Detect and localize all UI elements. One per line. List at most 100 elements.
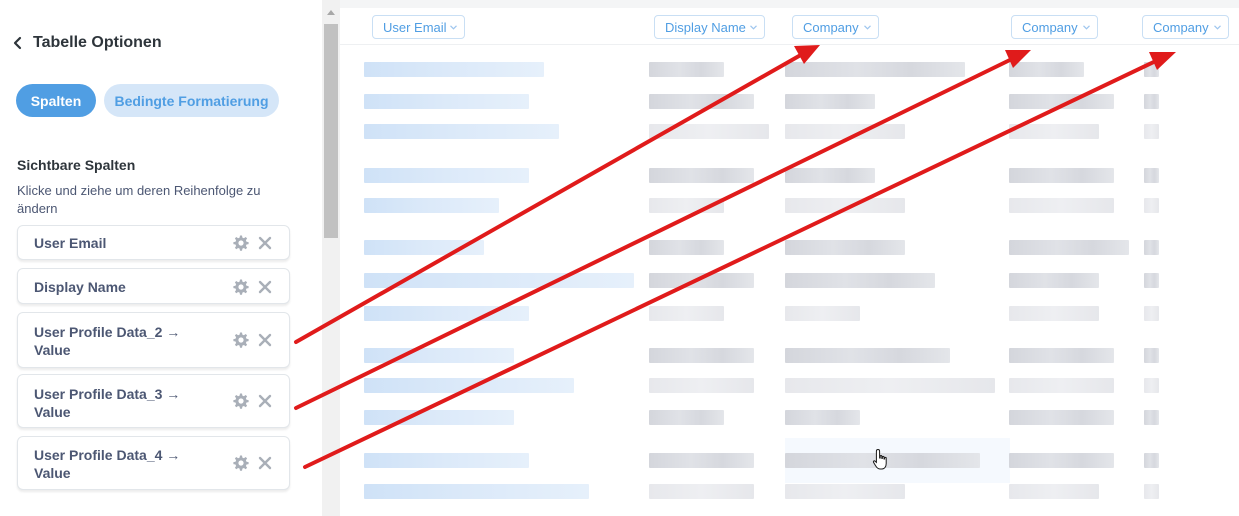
- blurred-cell: [649, 378, 754, 393]
- tab-conditional-formatting[interactable]: Bedingte Formatierung: [104, 84, 279, 117]
- blurred-cell: [364, 410, 514, 425]
- back-button[interactable]: Tabelle Optionen: [11, 32, 162, 54]
- column-item-user-email[interactable]: User Email: [17, 225, 290, 260]
- close-icon[interactable]: [258, 333, 272, 347]
- blurred-cell: [1144, 453, 1159, 468]
- blurred-cell: [1009, 168, 1114, 183]
- blurred-cell: [1009, 62, 1084, 77]
- gear-icon[interactable]: [233, 279, 249, 295]
- tab-spalten[interactable]: Spalten: [16, 84, 96, 117]
- close-icon[interactable]: [258, 456, 272, 470]
- blurred-cell: [1009, 453, 1114, 468]
- blurred-cell: [1144, 62, 1159, 77]
- column-header-display-name[interactable]: Display Name: [654, 15, 765, 39]
- blurred-cell: [1009, 378, 1114, 393]
- blurred-cell: [785, 378, 995, 393]
- blurred-cell: [785, 348, 950, 363]
- blurred-cell: [1144, 410, 1159, 425]
- column-item-label: User Email: [34, 235, 107, 251]
- section-description: Klicke und ziehe um deren Reihenfolge zu…: [17, 183, 261, 216]
- blurred-cell: [1144, 94, 1159, 109]
- blurred-cell: [785, 94, 875, 109]
- column-item-profile-data-4[interactable]: User Profile Data_4 → Value: [17, 436, 290, 490]
- blurred-cell: [785, 306, 860, 321]
- chevron-down-icon: [1083, 25, 1090, 30]
- results-table: User Email Display Name Company Company …: [340, 0, 1239, 516]
- blurred-cell: [785, 62, 965, 77]
- header-divider: [340, 44, 1239, 45]
- blurred-cell: [649, 453, 754, 468]
- chevron-left-icon: [13, 36, 22, 50]
- blurred-cell: [1144, 124, 1159, 139]
- panel-title: Tabelle Optionen: [33, 34, 162, 51]
- close-icon[interactable]: [258, 280, 272, 294]
- blurred-cell: [1009, 198, 1114, 213]
- hand-pointer-icon: [872, 448, 887, 470]
- blurred-cell: [1009, 306, 1099, 321]
- table-top-strip: [340, 0, 1239, 8]
- blurred-cell: [364, 240, 484, 255]
- blurred-cell: [364, 348, 514, 363]
- blurred-cell: [1144, 198, 1159, 213]
- blurred-cell: [649, 240, 724, 255]
- chevron-down-icon: [1214, 25, 1221, 30]
- blurred-cell: [649, 273, 754, 288]
- column-item-label: User Profile Data_4 → Value: [34, 447, 181, 481]
- blurred-cell: [649, 198, 724, 213]
- blurred-cell: [649, 62, 724, 77]
- blurred-cell: [1009, 410, 1114, 425]
- column-header-label: User Email: [383, 19, 447, 35]
- gear-icon[interactable]: [233, 455, 249, 471]
- blurred-cell: [364, 168, 529, 183]
- blurred-cell: [649, 124, 769, 139]
- column-header-user-email[interactable]: User Email: [372, 15, 465, 39]
- scroll-up-arrow-icon[interactable]: [327, 10, 335, 15]
- blurred-cell: [649, 348, 754, 363]
- blurred-cell: [364, 378, 574, 393]
- column-item-label: User Profile Data_3 → Value: [34, 386, 181, 420]
- chevron-down-icon: [450, 25, 457, 30]
- blurred-cell: [785, 124, 905, 139]
- column-item-label: User Profile Data_2 → Value: [34, 324, 181, 358]
- close-icon[interactable]: [258, 236, 272, 250]
- blurred-cell: [1009, 273, 1099, 288]
- blurred-cell: [1009, 484, 1099, 499]
- column-header-label: Company: [1153, 19, 1209, 35]
- blurred-cell: [1144, 168, 1159, 183]
- column-header-company-3[interactable]: Company: [1142, 15, 1229, 39]
- blurred-cell: [364, 62, 544, 77]
- blurred-cell: [364, 124, 559, 139]
- blurred-cell: [785, 198, 905, 213]
- blurred-cell: [364, 453, 529, 468]
- blurred-cell: [364, 198, 499, 213]
- column-item-label: Display Name: [34, 279, 126, 295]
- blurred-cell: [1009, 348, 1114, 363]
- close-icon[interactable]: [258, 394, 272, 408]
- scrollbar-thumb[interactable]: [324, 24, 338, 238]
- blurred-cell: [649, 484, 754, 499]
- blurred-cell: [1009, 240, 1129, 255]
- column-item-display-name[interactable]: Display Name: [17, 268, 290, 304]
- column-item-profile-data-2[interactable]: User Profile Data_2 → Value: [17, 312, 290, 368]
- blurred-cell: [1144, 273, 1159, 288]
- blurred-cell: [1009, 94, 1114, 109]
- blurred-cell: [1144, 240, 1159, 255]
- blurred-cell: [785, 484, 905, 499]
- blurred-cell: [649, 410, 724, 425]
- blurred-cell: [785, 410, 860, 425]
- gear-icon[interactable]: [233, 235, 249, 251]
- column-item-profile-data-3[interactable]: User Profile Data_3 → Value: [17, 374, 290, 428]
- column-header-label: Company: [803, 19, 859, 35]
- blurred-cell: [785, 240, 905, 255]
- gear-icon[interactable]: [233, 393, 249, 409]
- column-header-company-2[interactable]: Company: [1011, 15, 1098, 39]
- blurred-cell: [649, 306, 724, 321]
- blurred-cell: [364, 484, 589, 499]
- panel-scrollbar[interactable]: [322, 0, 340, 516]
- blurred-cell: [785, 168, 875, 183]
- column-header-company-1[interactable]: Company: [792, 15, 879, 39]
- gear-icon[interactable]: [233, 332, 249, 348]
- blurred-cell: [364, 306, 529, 321]
- section-title: Sichtbare Spalten: [17, 157, 136, 173]
- blurred-cell: [1144, 484, 1159, 499]
